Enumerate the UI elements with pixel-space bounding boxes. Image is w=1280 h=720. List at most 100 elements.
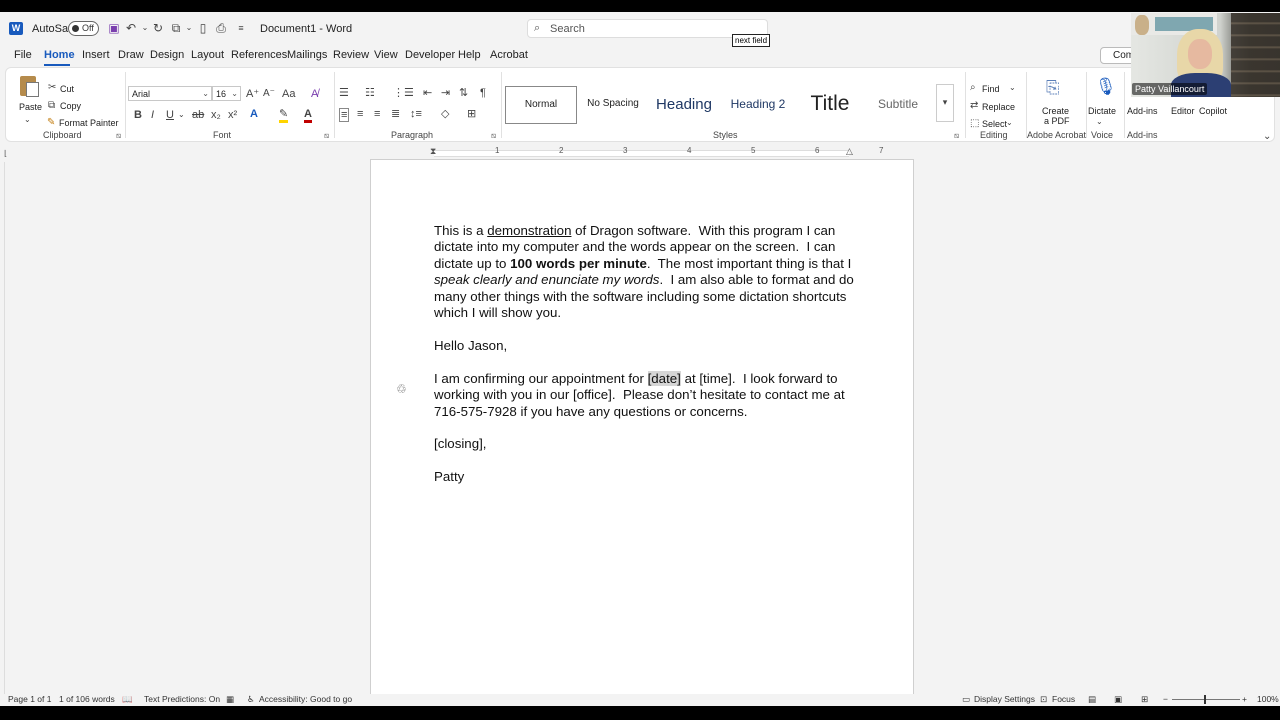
create-pdf-icon[interactable]: ⎘	[1046, 79, 1060, 96]
font-launcher-icon[interactable]: ⧅	[324, 131, 329, 141]
greeting-line[interactable]: Hello Jason,	[434, 338, 854, 354]
shrink-font-icon[interactable]: A⁻	[263, 88, 275, 100]
paste-button[interactable]: Paste	[19, 102, 42, 112]
superscript-icon[interactable]: x²	[228, 109, 237, 121]
copilot-button[interactable]: Copilot	[1199, 106, 1227, 116]
horizontal-ruler[interactable]: ⌊ ⧗ 1 2 3 4 5 6 △ 7	[0, 143, 1280, 159]
text-effects-icon[interactable]: A	[250, 108, 258, 120]
tab-references[interactable]: References	[231, 49, 287, 61]
bold-icon[interactable]: B	[134, 109, 142, 121]
tab-review[interactable]: Review	[333, 49, 369, 61]
find-button[interactable]: Find	[982, 84, 1000, 94]
change-case-icon[interactable]: Aa	[282, 88, 295, 100]
zoom-in-icon[interactable]: +	[1242, 694, 1247, 704]
tab-design[interactable]: Design	[150, 49, 184, 61]
paragraph-confirmation[interactable]: I am confirming our appointment for [dat…	[434, 371, 854, 420]
style-heading[interactable]: Heading	[649, 86, 719, 124]
clear-formatting-icon[interactable]: A̸	[311, 88, 318, 100]
tab-layout[interactable]: Layout	[191, 49, 224, 61]
document-icon[interactable]: ▯	[196, 21, 210, 35]
align-left-icon[interactable]: ≡	[339, 108, 350, 122]
dictate-dropdown-icon[interactable]: ⌄	[1096, 116, 1103, 128]
line-spacing-icon[interactable]: ↕≡	[410, 108, 422, 120]
tab-developer[interactable]: Developer	[405, 49, 455, 61]
zoom-slider[interactable]	[1172, 699, 1240, 700]
redo-icon[interactable]: ↻	[151, 21, 165, 35]
focus-button[interactable]: Focus	[1052, 694, 1075, 704]
align-center-icon[interactable]: ≡	[357, 108, 363, 120]
customize-toolbar-icon[interactable]: ≡	[234, 21, 248, 35]
tab-file[interactable]: File	[14, 49, 32, 61]
tab-acrobat[interactable]: Acrobat	[490, 49, 528, 61]
grow-font-icon[interactable]: A⁺	[246, 88, 259, 100]
indent-marker-icon[interactable]: ⧗	[430, 146, 436, 157]
tab-home[interactable]: Home	[44, 49, 75, 61]
italic-icon[interactable]: I	[151, 109, 154, 121]
style-title[interactable]: Title	[801, 86, 859, 124]
date-field-highlighted[interactable]: [date]	[647, 371, 681, 386]
format-painter-button[interactable]: Format Painter	[59, 118, 119, 128]
show-formatting-icon[interactable]: ¶	[480, 87, 486, 99]
styles-more-icon[interactable]: ▾	[936, 84, 954, 122]
tab-selector-icon[interactable]: ⌊	[4, 149, 7, 158]
closing-line[interactable]: [closing],	[434, 436, 854, 452]
tab-mailings[interactable]: Mailings	[287, 49, 327, 61]
font-color-icon[interactable]: A	[304, 108, 312, 123]
tab-help[interactable]: Help	[458, 49, 481, 61]
paste-icon[interactable]	[18, 73, 40, 99]
bullets-icon[interactable]: ☰	[339, 87, 349, 99]
read-mode-icon[interactable]: ▤	[1088, 694, 1096, 705]
tab-insert[interactable]: Insert	[82, 49, 110, 61]
microphone-icon[interactable]: 🎙	[1095, 78, 1117, 95]
tab-view[interactable]: View	[374, 49, 398, 61]
zoom-slider-thumb[interactable]	[1204, 695, 1206, 704]
qa-dropdown-icon[interactable]: ⌄	[182, 21, 196, 35]
right-indent-marker-icon[interactable]: △	[846, 146, 853, 157]
document-page[interactable]: This is a demonstration of Dragon softwa…	[370, 159, 914, 706]
select-dropdown-icon[interactable]: ⌄	[1006, 117, 1013, 129]
paragraph-launcher-icon[interactable]: ⧅	[491, 131, 496, 141]
find-dropdown-icon[interactable]: ⌄	[1009, 82, 1016, 94]
collapse-ribbon-icon[interactable]: ⌄	[1263, 131, 1271, 142]
select-button[interactable]: Select	[982, 119, 1007, 129]
style-normal[interactable]: Normal	[505, 86, 577, 124]
create-pdf-line2[interactable]: a PDF	[1044, 116, 1070, 126]
undo-icon[interactable]: ↶	[124, 21, 138, 35]
justify-icon[interactable]: ≣	[391, 108, 400, 120]
dictate-button[interactable]: Dictate	[1088, 106, 1116, 116]
print-layout-icon[interactable]: ▣	[1114, 694, 1122, 705]
style-no-spacing[interactable]: No Spacing	[583, 86, 643, 124]
web-layout-icon[interactable]: ⊞	[1141, 694, 1148, 705]
decrease-indent-icon[interactable]: ⇤	[423, 87, 432, 99]
multilevel-list-icon[interactable]: ⋮☰	[393, 87, 414, 99]
macro-icon[interactable]: ▦	[226, 694, 234, 705]
subscript-icon[interactable]: x₂	[211, 109, 221, 121]
display-settings-button[interactable]: Display Settings	[974, 694, 1035, 704]
numbering-icon[interactable]: ☷	[365, 87, 375, 99]
signature-line[interactable]: Patty	[434, 469, 854, 485]
paste-dropdown-icon[interactable]: ⌄	[24, 114, 31, 126]
zoom-out-icon[interactable]: −	[1163, 694, 1168, 704]
underline-dropdown-icon[interactable]: ⌄	[178, 109, 185, 121]
create-pdf-line1[interactable]: Create	[1042, 106, 1069, 116]
highlight-color-icon[interactable]: ✎	[279, 108, 289, 123]
styles-launcher-icon[interactable]: ⧅	[954, 131, 959, 141]
editor-button[interactable]: Editor	[1171, 106, 1195, 116]
align-right-icon[interactable]: ≡	[374, 108, 380, 120]
font-family-select[interactable]: Arial ⌄	[128, 86, 212, 101]
zoom-level[interactable]: 100%	[1257, 694, 1279, 704]
word-count[interactable]: 1 of 106 words	[59, 694, 115, 704]
underline-icon[interactable]: U	[166, 109, 174, 121]
style-subtitle[interactable]: Subtitle	[866, 86, 930, 124]
paragraph-intro[interactable]: This is a demonstration of Dragon softwa…	[434, 223, 854, 321]
font-size-select[interactable]: 16 ⌄	[212, 86, 241, 101]
accessibility-status[interactable]: Accessibility: Good to go	[259, 694, 352, 704]
cut-button[interactable]: Cut	[60, 84, 74, 94]
save-icon[interactable]: ▣	[107, 21, 121, 35]
increase-indent-icon[interactable]: ⇥	[441, 87, 450, 99]
autosave-toggle[interactable]: Off	[68, 21, 99, 36]
borders-icon[interactable]: ⊞	[467, 108, 476, 120]
proofing-icon[interactable]: 📖	[122, 694, 133, 705]
tab-draw[interactable]: Draw	[118, 49, 144, 61]
clipboard-launcher-icon[interactable]: ⧅	[116, 131, 121, 141]
